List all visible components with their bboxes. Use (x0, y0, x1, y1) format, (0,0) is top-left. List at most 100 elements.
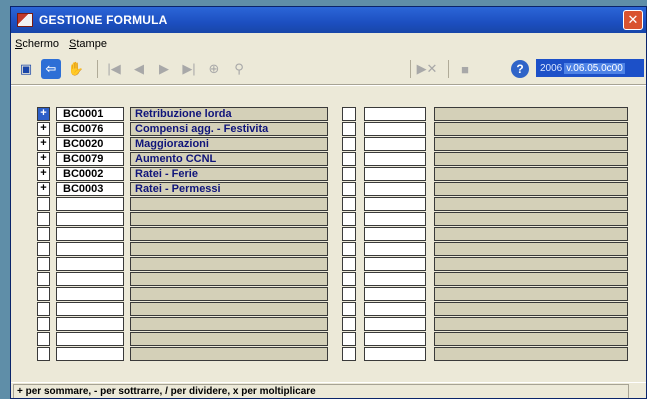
description-cell[interactable]: Maggiorazioni (130, 137, 328, 151)
note-field[interactable] (434, 287, 628, 301)
flag-checkbox[interactable] (342, 137, 356, 151)
operator-cell[interactable] (37, 347, 50, 361)
description-cell[interactable] (130, 227, 328, 241)
description-cell[interactable]: Retribuzione lorda (130, 107, 328, 121)
code-cell[interactable]: BC0001 (56, 107, 124, 121)
value-field[interactable] (364, 272, 426, 286)
note-field[interactable] (434, 317, 628, 331)
note-field[interactable] (434, 122, 628, 136)
note-field[interactable] (434, 242, 628, 256)
description-cell[interactable] (130, 272, 328, 286)
description-cell[interactable]: Aumento CCNL (130, 152, 328, 166)
code-cell[interactable] (56, 197, 124, 211)
flag-checkbox[interactable] (342, 122, 356, 136)
value-field[interactable] (364, 347, 426, 361)
note-field[interactable] (434, 272, 628, 286)
value-field[interactable] (364, 107, 426, 121)
code-cell[interactable] (56, 332, 124, 346)
description-cell[interactable] (130, 332, 328, 346)
flag-checkbox[interactable] (342, 302, 356, 316)
flag-checkbox[interactable] (342, 107, 356, 121)
description-cell[interactable] (130, 197, 328, 211)
code-cell[interactable] (56, 317, 124, 331)
value-field[interactable] (364, 122, 426, 136)
operator-cell[interactable] (37, 227, 50, 241)
note-field[interactable] (434, 302, 628, 316)
operator-cell[interactable]: + (37, 107, 50, 121)
code-cell[interactable]: BC0079 (56, 152, 124, 166)
code-cell[interactable] (56, 227, 124, 241)
note-field[interactable] (434, 197, 628, 211)
flag-checkbox[interactable] (342, 197, 356, 211)
flag-checkbox[interactable] (342, 242, 356, 256)
operator-cell[interactable] (37, 332, 50, 346)
note-field[interactable] (434, 137, 628, 151)
hand-icon[interactable]: ✋ (66, 59, 86, 79)
operator-cell[interactable]: + (37, 167, 50, 181)
description-cell[interactable]: Ratei - Ferie (130, 167, 328, 181)
delete-icon[interactable]: ▶✕ (417, 59, 438, 79)
note-field[interactable] (434, 182, 628, 196)
code-cell[interactable]: BC0002 (56, 167, 124, 181)
operator-cell[interactable]: + (37, 137, 50, 151)
operator-cell[interactable] (37, 242, 50, 256)
value-field[interactable] (364, 242, 426, 256)
value-field[interactable] (364, 317, 426, 331)
code-cell[interactable]: BC0020 (56, 137, 124, 151)
operator-cell[interactable] (37, 302, 50, 316)
description-cell[interactable]: Ratei - Permessi (130, 182, 328, 196)
operator-cell[interactable] (37, 257, 50, 271)
value-field[interactable] (364, 227, 426, 241)
value-field[interactable] (364, 287, 426, 301)
zoom-icon[interactable]: ⚲ (229, 59, 249, 79)
code-cell[interactable]: BC0076 (56, 122, 124, 136)
save-icon[interactable]: ▣ (16, 59, 36, 79)
value-field[interactable] (364, 197, 426, 211)
value-field[interactable] (364, 212, 426, 226)
value-field[interactable] (364, 302, 426, 316)
description-cell[interactable] (130, 287, 328, 301)
description-cell[interactable] (130, 302, 328, 316)
flag-checkbox[interactable] (342, 152, 356, 166)
flag-checkbox[interactable] (342, 182, 356, 196)
code-cell[interactable] (56, 242, 124, 256)
description-cell[interactable]: Compensi agg. - Festivita (130, 122, 328, 136)
last-icon[interactable]: ▶| (179, 59, 199, 79)
code-cell[interactable] (56, 347, 124, 361)
note-field[interactable] (434, 332, 628, 346)
title-bar[interactable]: GESTIONE FORMULA ✕ (11, 7, 646, 33)
stop-icon[interactable]: ■ (455, 59, 475, 79)
help-icon[interactable]: ? (511, 60, 529, 78)
code-cell[interactable] (56, 287, 124, 301)
value-field[interactable] (364, 167, 426, 181)
value-field[interactable] (364, 137, 426, 151)
flag-checkbox[interactable] (342, 287, 356, 301)
first-icon[interactable]: |◀ (104, 59, 124, 79)
operator-cell[interactable]: + (37, 182, 50, 196)
code-cell[interactable] (56, 257, 124, 271)
menu-stampe[interactable]: Stampe (69, 38, 107, 50)
value-field[interactable] (364, 182, 426, 196)
value-field[interactable] (364, 332, 426, 346)
description-cell[interactable] (130, 212, 328, 226)
value-field[interactable] (364, 152, 426, 166)
note-field[interactable] (434, 347, 628, 361)
operator-cell[interactable] (37, 287, 50, 301)
operator-cell[interactable] (37, 212, 50, 226)
note-field[interactable] (434, 257, 628, 271)
description-cell[interactable] (130, 317, 328, 331)
note-field[interactable] (434, 227, 628, 241)
flag-checkbox[interactable] (342, 272, 356, 286)
flag-checkbox[interactable] (342, 257, 356, 271)
note-field[interactable] (434, 167, 628, 181)
operator-cell[interactable]: + (37, 152, 50, 166)
code-cell[interactable] (56, 272, 124, 286)
close-button[interactable]: ✕ (623, 10, 643, 30)
back-icon[interactable]: ⇦ (41, 59, 61, 79)
operator-cell[interactable] (37, 197, 50, 211)
code-cell[interactable] (56, 302, 124, 316)
value-field[interactable] (364, 257, 426, 271)
note-field[interactable] (434, 107, 628, 121)
code-cell[interactable] (56, 212, 124, 226)
description-cell[interactable] (130, 242, 328, 256)
